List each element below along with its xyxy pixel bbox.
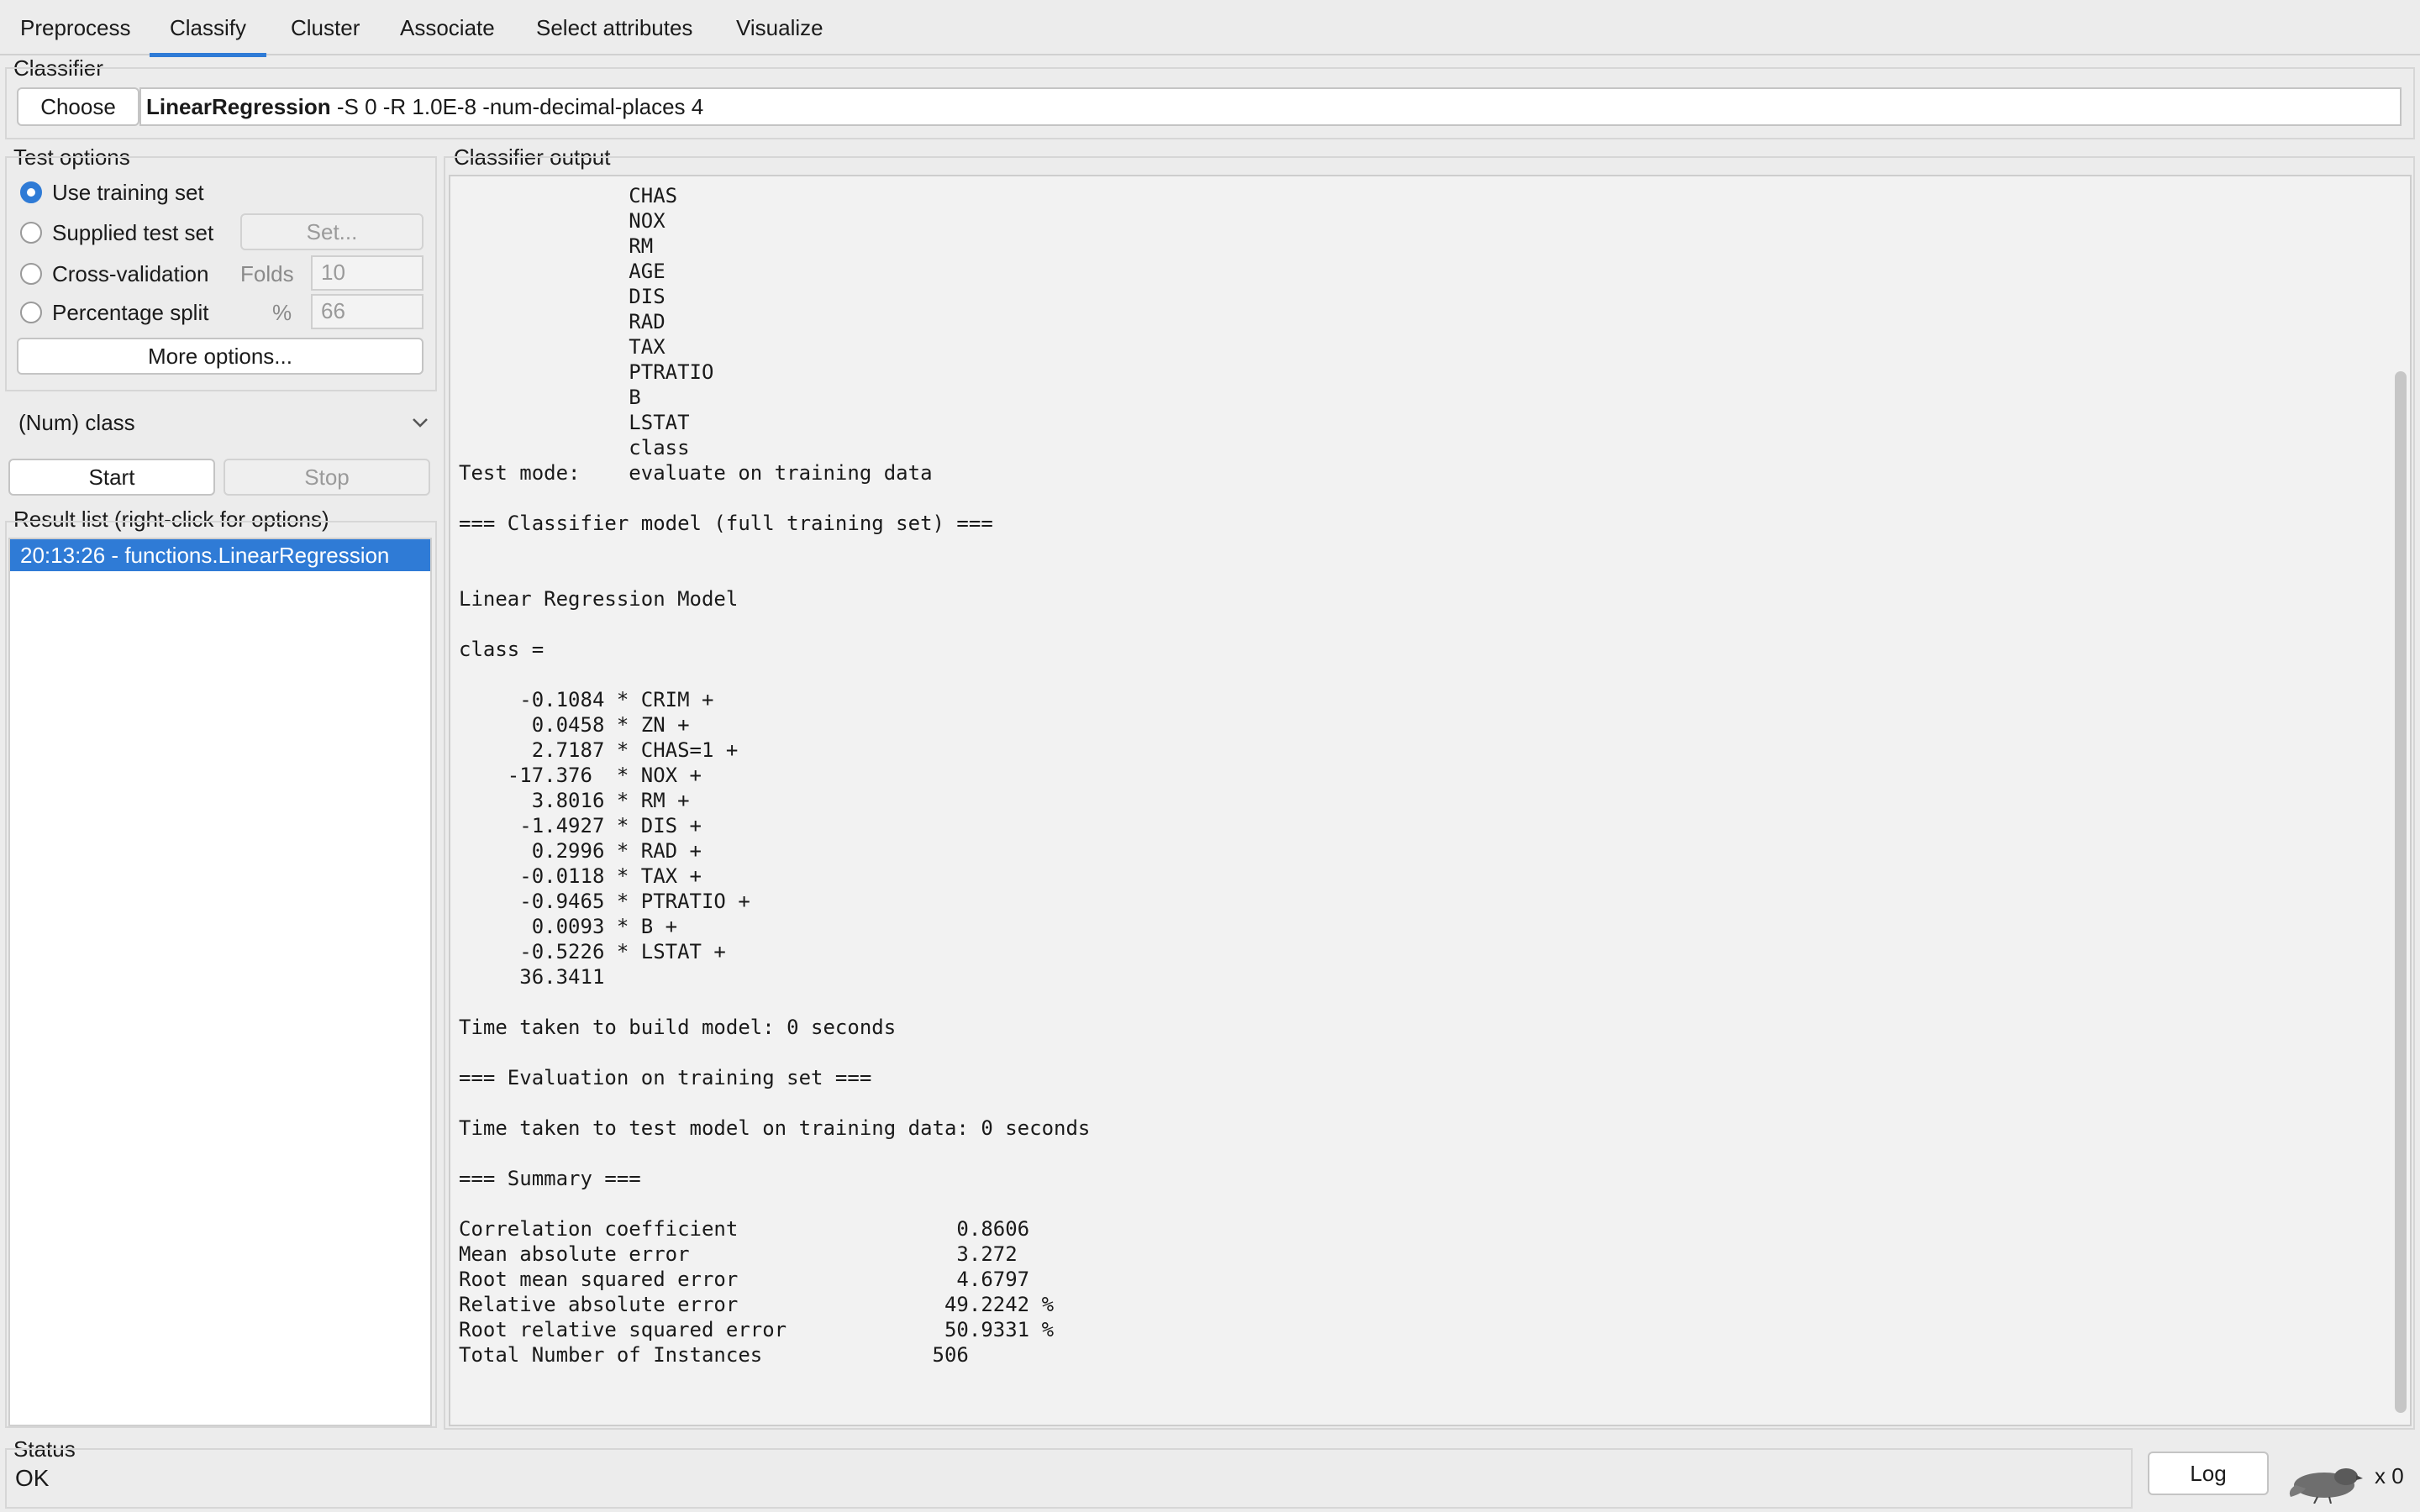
set-button[interactable]: Set... bbox=[240, 213, 424, 250]
output-scrollbar[interactable] bbox=[2395, 371, 2407, 1413]
radio-supplied-test-set[interactable]: Supplied test set bbox=[18, 216, 237, 249]
percent-label: % bbox=[272, 300, 292, 325]
use-training-set-label: Use training set bbox=[52, 180, 204, 205]
radio-checked-icon bbox=[20, 181, 42, 203]
cross-validation-label: Cross-validation bbox=[52, 261, 209, 286]
folds-input[interactable]: 10 bbox=[311, 255, 424, 291]
radio-unchecked-icon bbox=[20, 222, 42, 244]
choose-button[interactable]: Choose bbox=[17, 87, 139, 126]
status-panel bbox=[5, 1448, 2133, 1509]
chevron-down-icon bbox=[413, 418, 428, 428]
class-select-value: (Num) class bbox=[18, 410, 135, 435]
tab-associate[interactable]: Associate bbox=[380, 0, 515, 55]
tab-select-attributes[interactable]: Select attributes bbox=[516, 0, 713, 55]
classifier-output-area[interactable]: CHAS NOX RM AGE DIS RAD TAX PTRATIO B LS… bbox=[449, 175, 2412, 1426]
tab-bar: Preprocess Classify Cluster Associate Se… bbox=[0, 0, 2420, 57]
tab-preprocess[interactable]: Preprocess bbox=[0, 0, 151, 55]
percent-input[interactable]: 66 bbox=[311, 294, 424, 329]
classifier-config-field[interactable]: LinearRegression -S 0 -R 1.0E-8 -num-dec… bbox=[139, 87, 2402, 126]
radio-unchecked-icon bbox=[20, 263, 42, 285]
classifier-name: LinearRegression bbox=[146, 94, 331, 119]
radio-unchecked-icon bbox=[20, 302, 42, 323]
percentage-split-label: Percentage split bbox=[52, 300, 209, 325]
radio-percentage-split[interactable]: Percentage split bbox=[18, 296, 237, 329]
radio-cross-validation[interactable]: Cross-validation bbox=[18, 257, 237, 291]
start-button[interactable]: Start bbox=[8, 459, 215, 496]
classifier-output-text: CHAS NOX RM AGE DIS RAD TAX PTRATIO B LS… bbox=[459, 184, 1091, 1367]
log-button[interactable]: Log bbox=[2148, 1452, 2269, 1495]
tab-visualize[interactable]: Visualize bbox=[716, 0, 844, 55]
status-text: OK bbox=[15, 1465, 50, 1491]
task-count: x 0 bbox=[2375, 1463, 2404, 1488]
supplied-test-set-label: Supplied test set bbox=[52, 220, 214, 245]
result-list-item[interactable]: 20:13:26 - functions.LinearRegression bbox=[10, 539, 430, 571]
radio-use-training-set[interactable]: Use training set bbox=[18, 176, 271, 209]
tab-cluster[interactable]: Cluster bbox=[271, 0, 380, 55]
classifier-options: -S 0 -R 1.0E-8 -num-decimal-places 4 bbox=[330, 94, 704, 119]
weka-bird-icon bbox=[2289, 1468, 2363, 1504]
result-list-box[interactable]: 20:13:26 - functions.LinearRegression bbox=[8, 538, 432, 1426]
stop-button[interactable]: Stop bbox=[224, 459, 430, 496]
tab-classify[interactable]: Classify bbox=[150, 0, 267, 57]
more-options-button[interactable]: More options... bbox=[17, 338, 424, 375]
folds-label: Folds bbox=[240, 261, 294, 286]
class-select[interactable]: (Num) class bbox=[8, 402, 435, 444]
